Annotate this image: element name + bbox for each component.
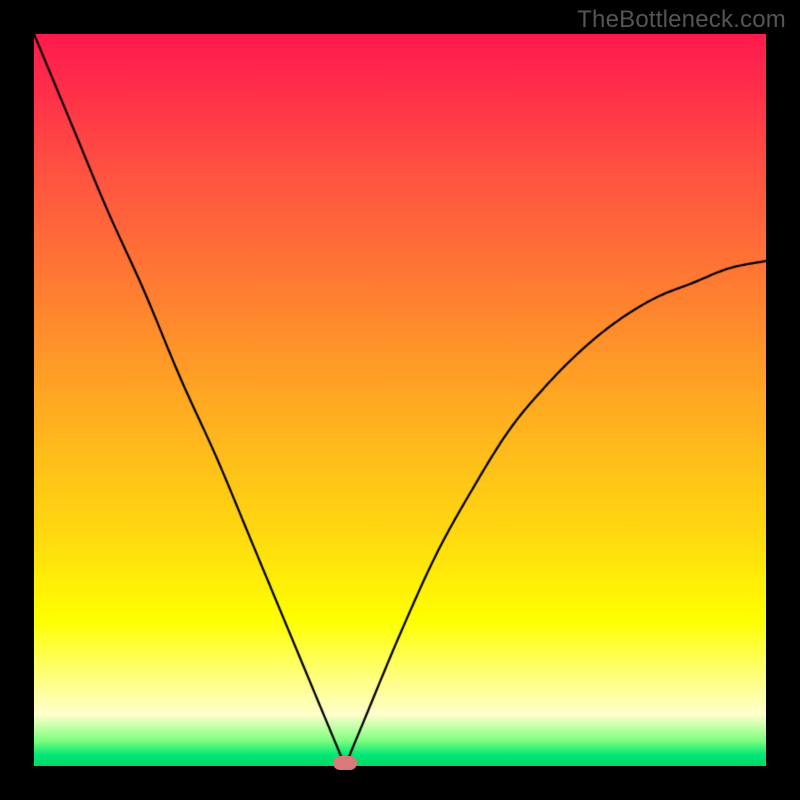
watermark-text: TheBottleneck.com — [577, 6, 786, 34]
plot-area — [34, 34, 766, 766]
bottleneck-curve — [34, 34, 766, 766]
chart-container: TheBottleneck.com — [0, 0, 800, 800]
optimal-marker — [333, 756, 357, 770]
